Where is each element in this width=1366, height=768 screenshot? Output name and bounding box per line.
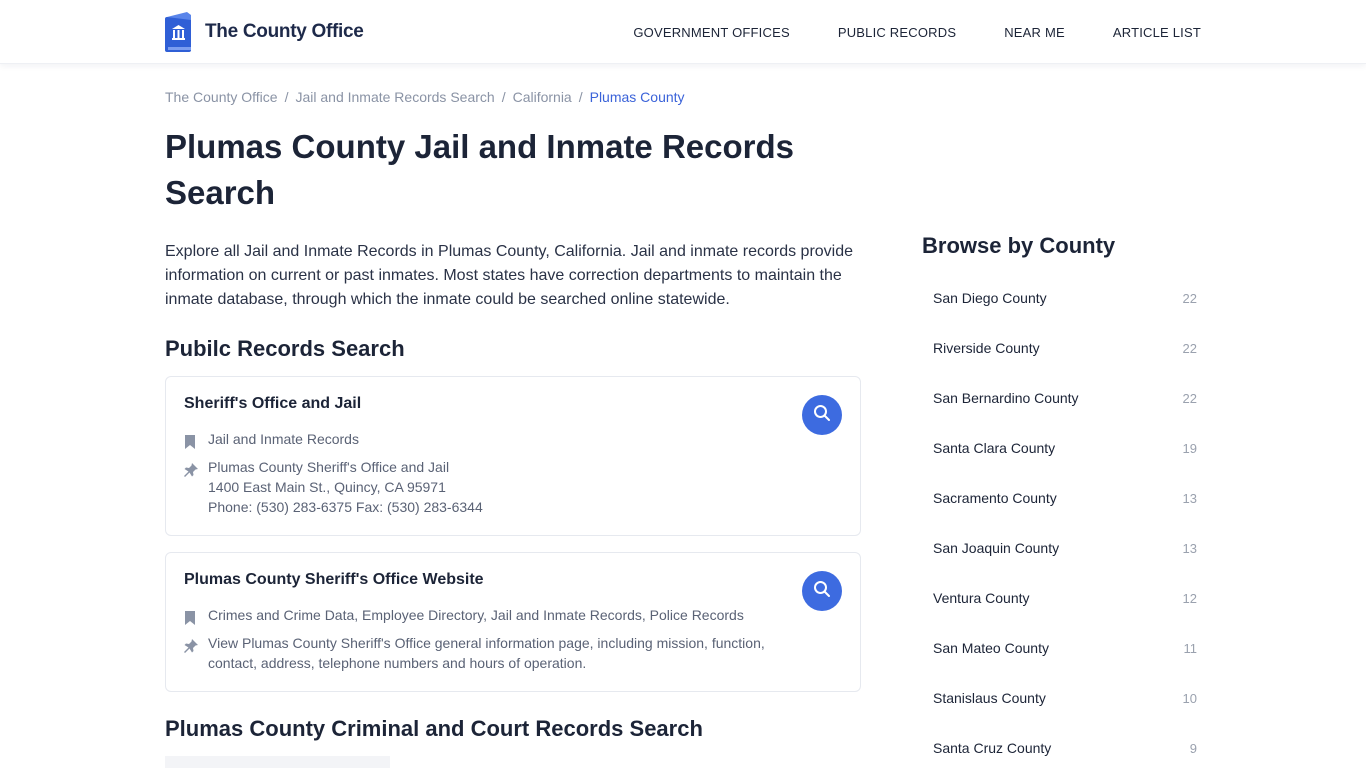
county-item[interactable]: Santa Clara County 19	[922, 423, 1208, 473]
county-item[interactable]: San Diego County 22	[922, 273, 1208, 323]
record-card-title[interactable]: Sheriff's Office and Jail	[184, 395, 361, 413]
sidebar-title: Browse by County	[922, 233, 1116, 258]
nav-public-records[interactable]: PUBLIC RECORDS	[838, 25, 956, 40]
intro-paragraph: Explore all Jail and Inmate Records in P…	[165, 243, 854, 308]
county-name: San Joaquin County	[933, 540, 1060, 556]
record-description-text: View Plumas County Sheriff's Office gene…	[208, 635, 765, 671]
nav-article-list[interactable]: ARTICLE LIST	[1113, 25, 1201, 40]
nav-government-offices[interactable]: GOVERNMENT OFFICES	[633, 25, 789, 40]
county-item[interactable]: San Bernardino County 22	[922, 373, 1208, 423]
county-count: 11	[1183, 640, 1198, 656]
county-item[interactable]: Ventura County 12	[922, 573, 1208, 623]
pin-icon	[184, 457, 208, 517]
county-name: Stanislaus County	[933, 690, 1046, 706]
book-building-icon	[165, 12, 193, 52]
county-count: 10	[1182, 690, 1197, 706]
county-name: Santa Cruz County	[933, 740, 1052, 756]
county-name: Sacramento County	[933, 490, 1057, 506]
nav-near-me[interactable]: NEAR ME	[1004, 25, 1065, 40]
breadcrumb-separator: /	[501, 89, 506, 105]
county-name: San Diego County	[933, 290, 1047, 306]
record-address: Plumas County Sheriff's Office and Jail …	[184, 457, 808, 517]
county-name: Santa Clara County	[933, 440, 1056, 456]
county-name: San Bernardino County	[933, 390, 1079, 406]
breadcrumb-separator: /	[578, 89, 583, 105]
address-line: Phone: (530) 283-6375 Fax: (530) 283-634…	[208, 499, 483, 515]
county-count: 22	[1182, 390, 1197, 406]
section-heading-public-records: Pubilc Records Search	[165, 336, 405, 361]
bookmark-icon	[184, 429, 208, 454]
county-count: 13	[1182, 490, 1197, 506]
breadcrumb-california[interactable]: California	[513, 89, 572, 105]
bookmark-icon	[184, 605, 208, 630]
breadcrumb-current: Plumas County	[589, 89, 685, 105]
breadcrumb-home[interactable]: The County Office	[165, 89, 278, 105]
section-heading-criminal-court: Plumas County Criminal and Court Records…	[165, 716, 703, 741]
search-icon	[813, 580, 831, 603]
county-name: Riverside County	[933, 340, 1040, 356]
page-title: Plumas County Jail and Inmate Records Se…	[165, 128, 794, 211]
county-count: 12	[1182, 590, 1197, 606]
county-count: 19	[1182, 440, 1197, 456]
county-count: 22	[1182, 290, 1197, 306]
county-item[interactable]: Santa Cruz County 9	[922, 723, 1208, 768]
pin-icon	[184, 633, 208, 673]
brand-name: The County Office	[205, 21, 364, 42]
record-tags: Crimes and Crime Data, Employee Director…	[184, 605, 808, 630]
breadcrumb-jail-records[interactable]: Jail and Inmate Records Search	[295, 89, 494, 105]
county-count: 13	[1182, 540, 1197, 556]
breadcrumb-separator: /	[284, 89, 289, 105]
county-item[interactable]: Sacramento County 13	[922, 473, 1208, 523]
record-card-title[interactable]: Plumas County Sheriff's Office Website	[184, 571, 484, 589]
site-header: The County Office GOVERNMENT OFFICES PUB…	[0, 0, 1366, 64]
content-placeholder	[165, 756, 390, 768]
county-name: San Mateo County	[933, 640, 1049, 656]
county-item[interactable]: San Joaquin County 13	[922, 523, 1208, 573]
address-line: 1400 East Main St., Quincy, CA 95971	[208, 479, 446, 495]
record-description: View Plumas County Sheriff's Office gene…	[184, 633, 788, 673]
breadcrumb: The County Office / Jail and Inmate Reco…	[165, 89, 685, 105]
logo-link[interactable]: The County Office	[165, 12, 364, 52]
search-button[interactable]	[802, 395, 842, 435]
search-button[interactable]	[802, 571, 842, 611]
county-item[interactable]: Stanislaus County 10	[922, 673, 1208, 723]
county-list: San Diego County 22 Riverside County 22 Sa…	[922, 273, 1208, 768]
address-line: Plumas County Sheriff's Office and Jail	[208, 459, 450, 475]
record-tags: Jail and Inmate Records	[184, 429, 808, 454]
record-card: Sheriff's Office and Jail Jail and Inmat…	[165, 376, 861, 536]
search-icon	[813, 404, 831, 427]
record-tags-text: Crimes and Crime Data, Employee Director…	[208, 607, 744, 623]
record-tags-text: Jail and Inmate Records	[208, 431, 359, 447]
county-item[interactable]: Riverside County 22	[922, 323, 1208, 373]
county-item[interactable]: San Mateo County 11	[922, 623, 1208, 673]
main-nav: GOVERNMENT OFFICES PUBLIC RECORDS NEAR M…	[585, 0, 1201, 64]
record-card: Plumas County Sheriff's Office Website C…	[165, 552, 861, 692]
county-count: 22	[1182, 340, 1197, 356]
county-name: Ventura County	[933, 590, 1030, 606]
county-count: 9	[1189, 740, 1197, 756]
